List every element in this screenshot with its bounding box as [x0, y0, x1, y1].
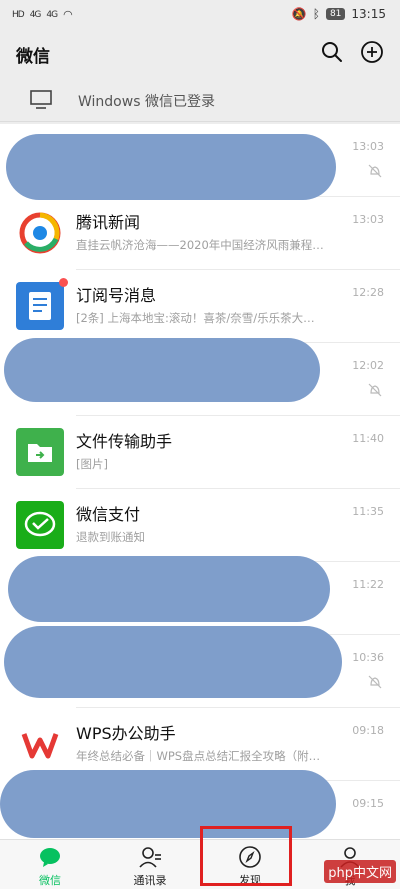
chat-preview: 退款到账通知 — [76, 530, 145, 544]
bluetooth-icon: ᛒ — [312, 7, 320, 21]
chat-time: 09:18 — [352, 724, 384, 737]
wifi-icon: ◠ — [63, 8, 73, 21]
status-left: HD 4G 4G ◠ — [12, 8, 73, 21]
tab-label: 微信 — [39, 874, 61, 887]
chat-bubble-icon — [40, 848, 60, 867]
tab-label: 通讯录 — [133, 874, 167, 887]
mute-status-icon: 🔕 — [291, 7, 307, 21]
mute-icon — [368, 675, 382, 689]
chat-name: 微信支付 — [76, 505, 141, 524]
chat-time: 11:40 — [352, 432, 384, 445]
chat-time: 12:28 — [352, 286, 384, 299]
subscription-avatar — [16, 282, 64, 330]
tab-chats[interactable]: 微信 — [0, 840, 100, 889]
watermark: php中文网 — [324, 860, 396, 883]
chat-preview: 直挂云帆济沧海——2020年中国经济风雨兼程… — [76, 238, 324, 252]
chat-name: WPS办公助手 — [76, 724, 176, 743]
redaction-blob — [8, 556, 330, 622]
clock: 13:15 — [351, 7, 386, 21]
signal-icon-2: 4G — [46, 9, 58, 20]
wps-avatar — [16, 720, 64, 768]
tab-contacts[interactable]: 通讯录 — [100, 840, 200, 889]
mute-icon — [368, 383, 382, 397]
wechat-pay-avatar — [16, 501, 64, 549]
file-transfer-avatar — [16, 428, 64, 476]
hd-tag: HD — [12, 9, 25, 20]
add-icon[interactable] — [360, 40, 384, 64]
chat-time: 13:03 — [352, 213, 384, 226]
unread-dot — [59, 278, 68, 287]
redaction-blob — [6, 134, 336, 200]
chat-time: 11:22 — [352, 578, 384, 591]
chat-item-wechat-pay[interactable]: 微信支付 退款到账通知 11:35 — [0, 489, 400, 562]
status-bar: HD 4G 4G ◠ 🔕 ᛒ 81 13:15 — [0, 0, 400, 30]
chat-item-tencent-news[interactable]: 腾讯新闻 直挂云帆济沧海——2020年中国经济风雨兼程… 13:03 — [0, 197, 400, 270]
status-right: 🔕 ᛒ 81 13:15 — [292, 7, 386, 21]
chat-name: 文件传输助手 — [76, 432, 173, 451]
chat-list: 13:03 腾讯新闻 直挂云帆济沧海——2020年中国经济风雨兼程… 13:03 — [0, 124, 400, 839]
redaction-blob — [4, 338, 320, 402]
app-header: 微信 — [0, 30, 400, 76]
mute-icon — [368, 164, 382, 178]
highlight-box — [200, 826, 292, 886]
chat-time: 11:35 — [352, 505, 384, 518]
windows-login-bar[interactable]: Windows 微信已登录 — [0, 78, 400, 122]
chat-preview: [2条] 上海本地宝:滚动！喜茶/奈雪/乐乐茶大… — [76, 311, 315, 325]
battery-indicator: 81 — [325, 8, 346, 20]
tencent-news-avatar — [16, 209, 64, 257]
chat-name: 腾讯新闻 — [76, 213, 141, 232]
chat-item-file-transfer[interactable]: 文件传输助手 [图片] 11:40 — [0, 416, 400, 489]
chat-preview: [图片] — [76, 457, 108, 471]
chat-item-subscriptions[interactable]: 订阅号消息 [2条] 上海本地宝:滚动！喜茶/奈雪/乐乐茶大… 12:28 — [0, 270, 400, 343]
search-icon[interactable] — [320, 40, 344, 64]
redaction-blob — [4, 626, 342, 698]
contacts-icon — [139, 847, 161, 868]
monitor-icon — [30, 90, 52, 109]
chat-time: 13:03 — [352, 140, 384, 153]
login-status-text: Windows 微信已登录 — [78, 94, 215, 110]
page-title: 微信 — [16, 47, 50, 67]
chat-time: 12:02 — [352, 359, 384, 372]
chat-time: 09:15 — [352, 797, 384, 810]
signal-icon-1: 4G — [29, 9, 42, 20]
chat-time: 10:36 — [352, 651, 384, 664]
chat-preview: 年终总结必备｜WPS盘点总结汇报全攻略（附… — [76, 749, 321, 763]
chat-name: 订阅号消息 — [76, 286, 157, 305]
